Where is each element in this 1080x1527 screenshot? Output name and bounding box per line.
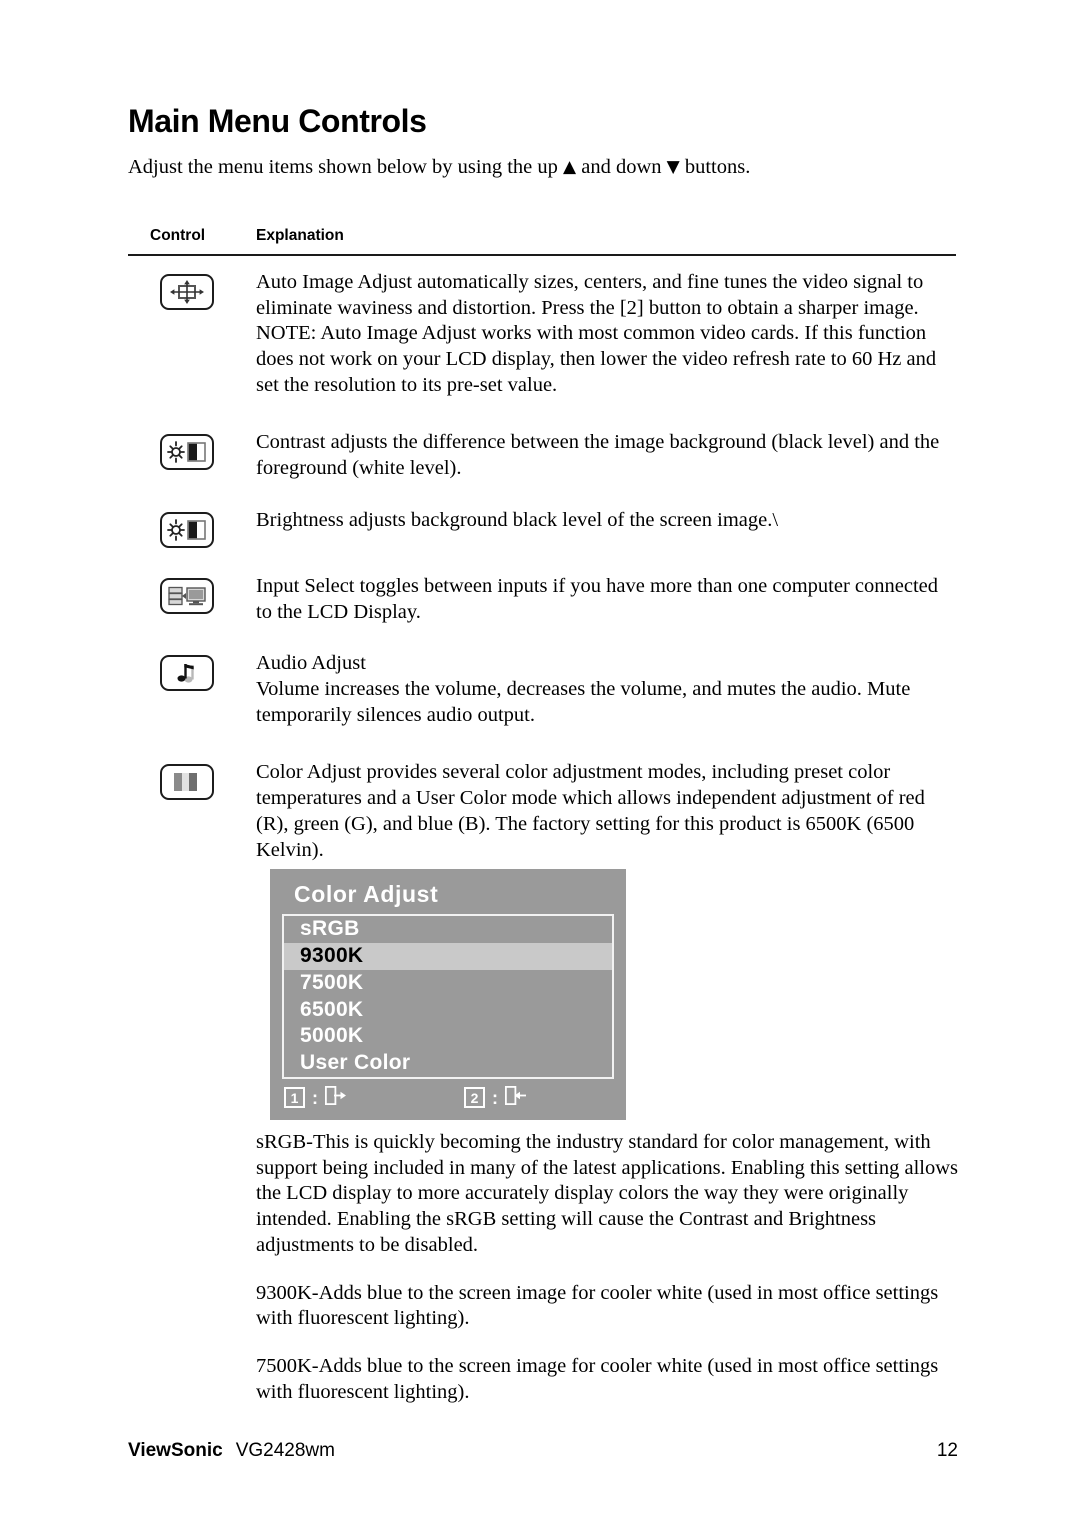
paragraph-7500k: 7500K-Adds blue to the screen image for …: [256, 1354, 939, 1403]
paragraph: NOTE: Auto Image Adjust works with most …: [256, 322, 937, 396]
paragraph: Contrast adjusts the difference between …: [256, 431, 940, 480]
row-explanation: Audio Adjust Volume increases the volume…: [256, 651, 958, 728]
brightness-icon: [160, 511, 214, 548]
osd-key-1: 1: [284, 1087, 305, 1109]
up-triangle-icon: ▲: [563, 157, 577, 178]
row-explanation: Auto Image Adjust automatically sizes, c…: [256, 270, 958, 399]
row-explanation: Brightness adjusts background black leve…: [256, 508, 958, 534]
intro-paragraph: Adjust the menu items shown below by usi…: [128, 155, 958, 181]
color-adjust-icon: [160, 764, 214, 801]
paragraph-9300k: 9300K-Adds blue to the screen image for …: [256, 1281, 939, 1330]
paragraph: Auto Image Adjust automatically sizes, c…: [256, 270, 924, 319]
input-select-icon: [160, 577, 214, 614]
row-icon-cell: [128, 430, 256, 471]
paragraph: Brightness adjusts background black leve…: [256, 508, 779, 531]
row-explanation: Contrast adjusts the difference between …: [256, 430, 958, 481]
page-title: Main Menu Controls: [128, 103, 427, 139]
header-divider: [128, 253, 956, 256]
document-page: Main Menu Controls Adjust the menu items…: [0, 0, 1080, 1527]
contrast-icon: [160, 434, 214, 471]
osd-item-list: sRGB 9300K 7500K 6500K 5000K User Color: [282, 914, 614, 1079]
osd-key-2: 2: [464, 1087, 485, 1109]
osd-screenshot-wrap: Color Adjust sRGB 9300K 7500K 6500K 5000…: [128, 869, 958, 1120]
osd-color-adjust-menu: Color Adjust sRGB 9300K 7500K 6500K 5000…: [270, 869, 626, 1120]
row-icon-cell: [128, 760, 256, 801]
auto-image-adjust-icon: [160, 273, 214, 310]
footer-model: VG2428wm: [235, 1440, 335, 1461]
osd-footer-hint-2: 2 :: [464, 1085, 526, 1110]
table-row: Contrast adjusts the difference between …: [128, 430, 958, 481]
osd-title: Color Adjust: [294, 881, 439, 908]
column-header-explanation: Explanation: [256, 226, 344, 244]
intro-text-after: buttons.: [679, 156, 751, 179]
intro-text-middle: and down: [576, 156, 667, 179]
table-row: Color Adjust provides several color adju…: [128, 760, 958, 863]
table-row: Brightness adjusts background black leve…: [128, 508, 958, 548]
osd-item-6500k[interactable]: 6500K: [284, 997, 612, 1024]
table-header: Control Explanation: [128, 227, 958, 245]
footer-page-number: 12: [936, 1440, 958, 1461]
osd-footer-hint-1: 1 :: [284, 1085, 346, 1110]
column-header-control: Control: [150, 226, 206, 244]
page-footer: ViewSonic VG2428wm 12: [128, 1440, 958, 1462]
down-triangle-icon: ▼: [666, 157, 680, 178]
paragraph: Audio Adjust: [256, 652, 366, 675]
row-icon-cell: [128, 270, 256, 310]
osd-item-7500k[interactable]: 7500K: [284, 970, 612, 997]
paragraph: Input Select toggles between inputs if y…: [256, 574, 938, 623]
osd-item-5000k[interactable]: 5000K: [284, 1023, 612, 1050]
paragraph: Volume increases the volume, decreases t…: [256, 678, 911, 726]
paragraph: Color Adjust provides several color adju…: [256, 761, 925, 861]
table-row: Auto Image Adjust automatically sizes, c…: [128, 270, 958, 399]
row-explanation: Color Adjust provides several color adju…: [256, 760, 958, 863]
enter-left-icon: [504, 1085, 526, 1110]
osd-item-user-color[interactable]: User Color: [284, 1050, 612, 1077]
row-explanation: Input Select toggles between inputs if y…: [256, 574, 958, 625]
osd-footer: 1 : 2 :: [282, 1079, 614, 1112]
row-icon-cell: [128, 508, 256, 548]
intro-text-before: Adjust the menu items shown below by usi…: [128, 156, 564, 179]
osd-separator: :: [492, 1087, 498, 1108]
osd-separator: :: [312, 1087, 318, 1108]
osd-item-srgb[interactable]: sRGB: [284, 916, 612, 943]
paragraph-srgb: sRGB-This is quickly becoming the indust…: [256, 1130, 959, 1256]
page-content: Main Menu Controls Adjust the menu items…: [128, 103, 959, 1405]
table-row: Audio Adjust Volume increases the volume…: [128, 651, 958, 728]
osd-item-9300k[interactable]: 9300K: [284, 943, 612, 970]
exit-right-icon: [324, 1085, 346, 1110]
footer-brand: ViewSonic: [128, 1440, 223, 1461]
table-row: Input Select toggles between inputs if y…: [128, 574, 958, 625]
row-icon-cell: [128, 574, 256, 614]
row-icon-cell: [128, 651, 256, 692]
audio-adjust-icon: [160, 655, 214, 692]
